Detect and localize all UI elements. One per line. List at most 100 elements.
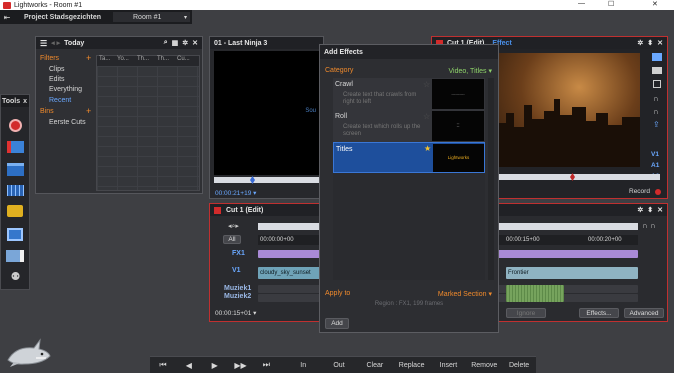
headphones-icon[interactable]: ∩ xyxy=(653,94,664,103)
bin-eerste-cuts[interactable]: Eerste Cuts xyxy=(49,119,86,126)
track-fx1-label[interactable]: FX1 xyxy=(232,250,245,257)
track-muziek2-label[interactable]: Muziek2 xyxy=(224,293,251,300)
effect-item-crawl[interactable]: Crawl ☆ Create text that crawls from rig… xyxy=(333,78,485,110)
settings-icon[interactable]: ✲ xyxy=(637,206,643,214)
insert-button[interactable]: Insert xyxy=(431,362,467,369)
share-tool-icon[interactable] xyxy=(6,250,24,262)
close-icon[interactable]: ✕ xyxy=(657,206,663,214)
replace-button[interactable]: Replace xyxy=(393,362,431,369)
track-muziek1-label[interactable]: Muziek1 xyxy=(224,285,251,292)
page-icon[interactable] xyxy=(653,80,661,88)
step-back-icon[interactable]: ◀ xyxy=(176,361,202,370)
track-a1-label[interactable]: A1 xyxy=(651,162,659,169)
clip-label: cloudy_sky_sunset xyxy=(260,270,311,276)
v1-clip-right[interactable]: Frontier xyxy=(506,267,638,279)
audio-clip[interactable] xyxy=(506,285,564,302)
col-header[interactable]: Th... xyxy=(137,56,157,66)
go-to-start-icon[interactable]: ⏮ xyxy=(150,360,176,370)
all-tracks-button[interactable]: All xyxy=(223,235,241,244)
category-dropdown[interactable]: Video, Titles ▾ xyxy=(449,67,492,75)
category-label: Category xyxy=(325,67,354,74)
track-v1-label[interactable]: V1 xyxy=(651,151,659,158)
filter-everything[interactable]: Everything xyxy=(49,86,82,93)
favorite-star-icon[interactable]: ★ xyxy=(424,144,431,153)
tools-close-icon[interactable]: x xyxy=(23,98,27,105)
effects-button[interactable]: Effects... xyxy=(579,308,619,318)
effect-name: Roll xyxy=(335,113,348,120)
source-timecode[interactable]: 00:00:21+19 ▾ xyxy=(215,189,256,197)
effects-scrollbar[interactable] xyxy=(488,78,494,280)
cut-video-frame[interactable] xyxy=(488,53,640,167)
pin-icon[interactable]: ⬍ xyxy=(647,206,653,214)
advanced-button[interactable]: Advanced xyxy=(624,308,664,318)
headphones-icon[interactable]: ∩ xyxy=(653,107,664,116)
cut-scrub-bar[interactable] xyxy=(488,173,660,181)
keyboard-tool-icon[interactable] xyxy=(7,185,24,196)
step-forward-icon[interactable]: ▶▶ xyxy=(228,361,254,370)
zoom-controls[interactable]: ◂⌕▸ xyxy=(228,222,239,231)
upload-icon[interactable]: ⇪ xyxy=(653,120,664,129)
layout-tool-icon[interactable] xyxy=(7,228,23,241)
record-tool-icon[interactable] xyxy=(9,119,22,132)
go-to-end-icon[interactable]: ⏭ xyxy=(253,360,279,370)
close-icon[interactable]: ✕ xyxy=(657,39,663,47)
favorite-star-icon[interactable]: ☆ xyxy=(423,112,430,121)
play-icon[interactable]: ▶ xyxy=(202,361,228,370)
filter-edits[interactable]: Edits xyxy=(49,76,65,83)
calendar-tool-icon[interactable] xyxy=(7,163,24,176)
col-header[interactable]: Cu... xyxy=(177,56,197,66)
ignore-button[interactable]: Ignore xyxy=(506,308,546,318)
effect-item-titles[interactable]: Titles ★ Lightworks xyxy=(333,142,485,173)
filter-clips[interactable]: Clips xyxy=(49,66,65,73)
source-scrub-bar[interactable] xyxy=(214,176,320,184)
clip-icon[interactable] xyxy=(652,53,662,61)
remove-button[interactable]: Remove xyxy=(466,362,502,369)
import-tool-icon[interactable] xyxy=(7,141,24,153)
out-button[interactable]: Out xyxy=(321,362,357,369)
maximize-button[interactable]: ☐ xyxy=(608,0,614,8)
pin-icon[interactable]: ⬍ xyxy=(647,39,653,47)
record-label[interactable]: Record xyxy=(629,188,650,195)
playhead-marker[interactable] xyxy=(570,173,575,181)
camera-icon[interactable] xyxy=(652,67,662,74)
effect-thumbnail: ---------- xyxy=(432,79,484,109)
col-header[interactable]: Yo... xyxy=(117,56,137,66)
minimize-button[interactable]: — xyxy=(578,0,585,7)
settings-icon[interactable]: ✲ xyxy=(182,39,188,47)
effect-item-roll[interactable]: Roll ☆ Create text which rolls up the sc… xyxy=(333,110,485,142)
settings-icon[interactable]: ✲ xyxy=(637,39,643,47)
window-title: Lightworks - Room #1 xyxy=(14,1,83,9)
effect-thumbnail: :: xyxy=(432,111,484,141)
export-tool-icon[interactable] xyxy=(7,205,23,217)
add-effects-header: Add Effects xyxy=(320,45,498,59)
v1-clip-left[interactable]: cloudy_sky_sunset xyxy=(258,267,322,279)
room-selector[interactable]: Room #1 ▾ xyxy=(113,12,190,22)
track-v1-label[interactable]: V1 xyxy=(232,267,241,274)
source-video[interactable]: Sou xyxy=(214,51,320,175)
back-arrow-icon[interactable]: ◂ ▸ xyxy=(51,39,60,47)
in-button[interactable]: In xyxy=(285,362,321,369)
col-header[interactable]: Ta... xyxy=(97,56,117,66)
add-button[interactable]: Add xyxy=(325,318,349,329)
source-viewer: 01 - Last Ninja 3 Sou 00:00:21+19 ▾ xyxy=(209,36,324,199)
menu-icon[interactable]: ☰ xyxy=(40,39,47,48)
apply-to-dropdown[interactable]: Marked Section ▾ xyxy=(438,290,492,298)
search-icon[interactable]: ⌕ xyxy=(164,39,168,47)
delete-button[interactable]: Delete xyxy=(502,362,536,369)
clear-button[interactable]: Clear xyxy=(357,362,393,369)
favorite-star-icon[interactable]: ☆ xyxy=(423,80,430,89)
close-icon[interactable]: ✕ xyxy=(192,39,198,47)
timeline-timecode[interactable]: 00:00:15+01 ▾ xyxy=(215,309,256,317)
headphones-icon[interactable]: ∩ ∩ xyxy=(642,221,656,230)
filter-recent[interactable]: Recent xyxy=(49,97,71,104)
tools-header: Tools x xyxy=(1,95,29,107)
tools-label: Tools xyxy=(2,97,21,105)
bins-add-icon[interactable]: + xyxy=(86,106,91,116)
col-header[interactable]: Th... xyxy=(157,56,177,66)
close-button[interactable]: ✕ xyxy=(652,0,658,8)
back-icon[interactable]: ⇤ xyxy=(0,13,14,22)
grid-icon[interactable]: ▦ xyxy=(172,39,179,47)
playhead-marker[interactable] xyxy=(250,176,255,184)
users-tool-icon[interactable]: ⚉ xyxy=(7,271,24,283)
filters-add-icon[interactable]: + xyxy=(86,53,91,63)
